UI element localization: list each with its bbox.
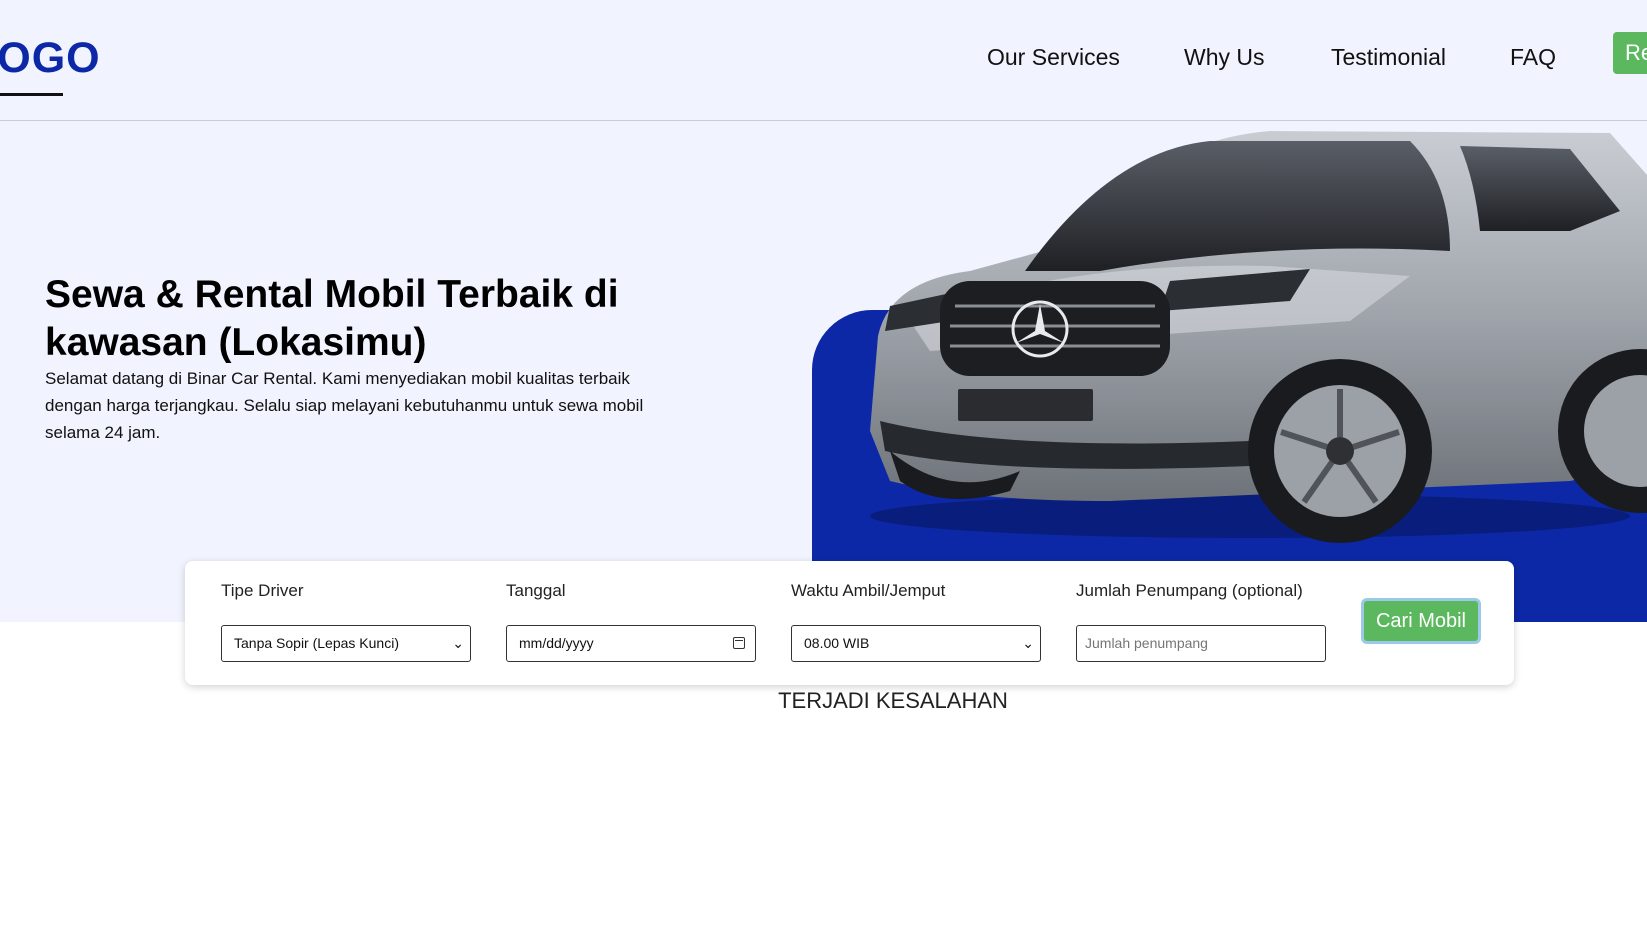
search-card: Tipe Driver Tanpa Sopir (Lepas Kunci) ⌄ … [185,561,1514,685]
hero-section: Sewa & Rental Mobil Terbaik di kawasan (… [0,121,1647,622]
date-label: Tanggal [506,581,566,600]
hero-car-image [870,131,1647,543]
calendar-icon[interactable] [733,637,745,649]
logo[interactable]: LOGO [0,34,101,83]
chevron-down-icon: ⌄ [452,635,464,651]
hero-title: Sewa & Rental Mobil Terbaik di kawasan (… [45,273,619,364]
passenger-count-input[interactable] [1083,634,1307,652]
chevron-down-icon: ⌄ [1022,635,1034,651]
date-input-box[interactable]: mm/dd/yyyy [506,625,756,662]
date-placeholder: mm/dd/yyyy [519,635,594,651]
logo-underline [0,93,63,96]
nav-testimonial[interactable]: Testimonial [1331,44,1446,71]
pickup-time-label: Waktu Ambil/Jemput [791,581,946,600]
nav-why-us[interactable]: Why Us [1184,44,1265,71]
driver-type-label: Tipe Driver [221,581,304,600]
passenger-count-label: Jumlah Penumpang (optional) [1076,581,1303,600]
pickup-time-select[interactable]: 08.00 WIB ⌄ [791,625,1041,662]
site-header: LOGO Our Services Why Us Testimonial FAQ… [0,0,1647,121]
passenger-count-field[interactable] [1076,625,1326,662]
register-button[interactable]: Register [1613,32,1647,74]
nav-faq[interactable]: FAQ [1510,44,1556,71]
search-car-button[interactable]: Cari Mobil [1361,598,1481,644]
nav-our-services[interactable]: Our Services [987,44,1120,71]
pickup-time-value: 08.00 WIB [804,635,870,651]
driver-type-select[interactable]: Tanpa Sopir (Lepas Kunci) ⌄ [221,625,471,662]
driver-type-value: Tanpa Sopir (Lepas Kunci) [234,635,399,651]
hero-description: Selamat datang di Binar Car Rental. Kami… [45,369,644,442]
error-message: TERJADI KESALAHAN [778,688,1008,713]
